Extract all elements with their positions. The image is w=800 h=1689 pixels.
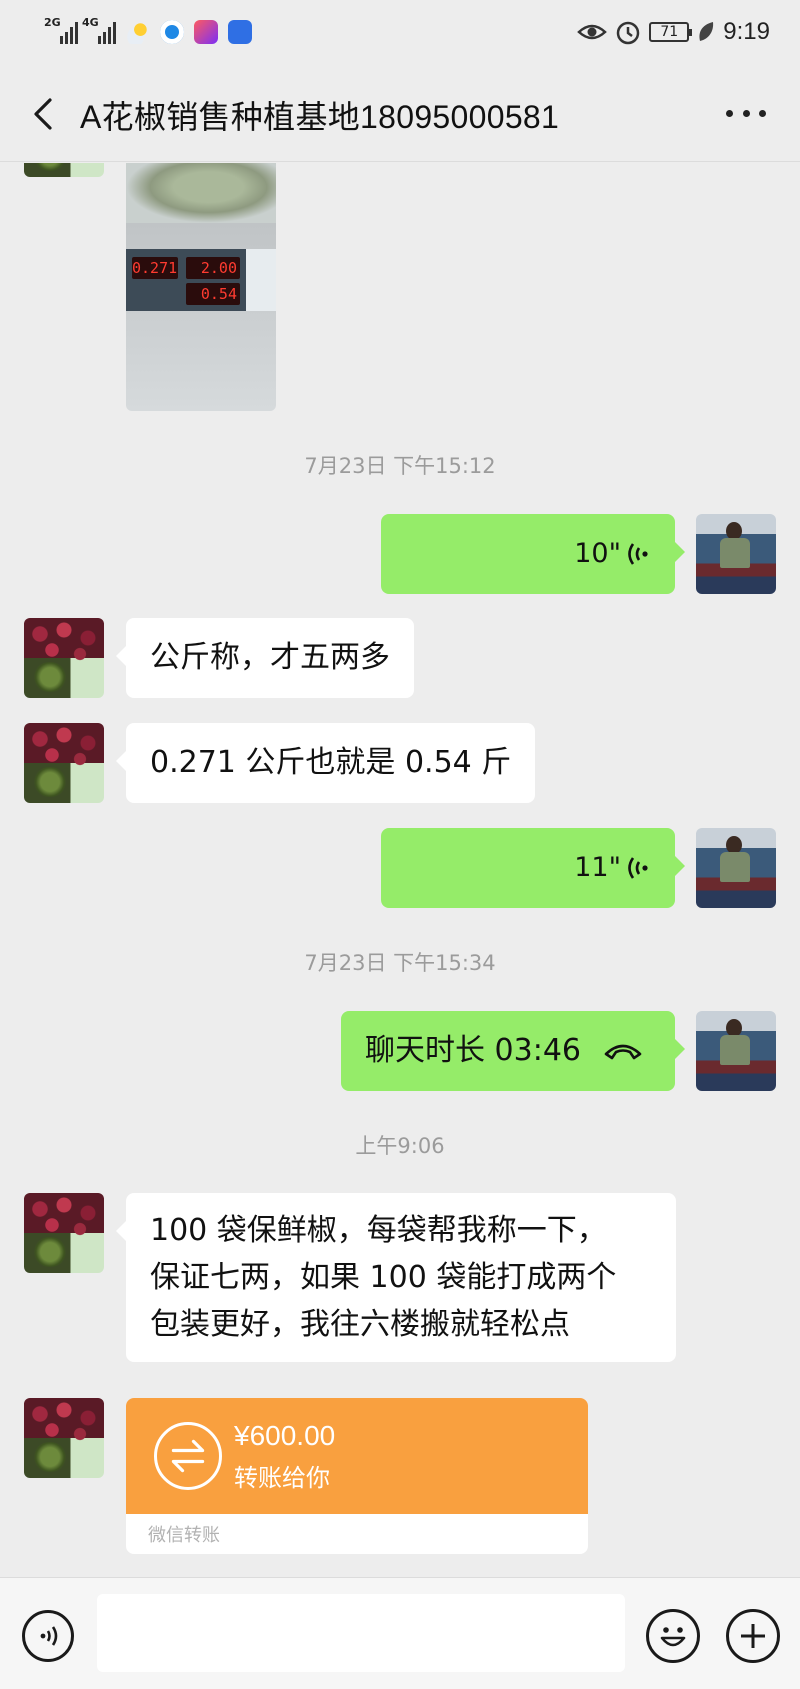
more-dots-icon[interactable] [726, 98, 766, 128]
text-message[interactable]: 0.271 公斤也就是 0.54 斤 [115, 723, 536, 803]
timestamp: 7月23日 下午15:34 [304, 951, 496, 975]
my-avatar[interactable] [696, 514, 776, 594]
message-list[interactable]: 0.271 2.00 0.54 7月23日 下午15:12 10" 公斤称，才五… [0, 163, 800, 1575]
my-avatar[interactable] [696, 828, 776, 908]
chat-title: A花椒销售种植基地18095000581 [80, 99, 560, 135]
photo-scale-display: 0.271 2.00 0.54 [126, 249, 276, 311]
transfer-description: 转账给你 [234, 1464, 330, 1492]
message-text: 0.271 公斤也就是 0.54 斤 [150, 745, 512, 780]
voice-message[interactable]: 11" [381, 828, 685, 908]
message-input[interactable] [97, 1594, 625, 1672]
clock: 9:19 [723, 18, 770, 45]
lcd-readout: 0.271 [132, 257, 178, 279]
status-bar: 2G 4G 71 9:19 [0, 0, 800, 66]
call-record-message[interactable]: 聊天时长 03:46 [341, 1011, 685, 1091]
transfer-footer: 微信转账 [148, 1525, 220, 1546]
money-transfer-message[interactable]: ¥600.00 转账给你 微信转账 [126, 1398, 588, 1554]
contact-avatar[interactable] [24, 618, 104, 698]
message-text-line: 包装更好，我往六楼搬就轻松点 [150, 1307, 570, 1342]
plus-icon[interactable] [726, 1609, 780, 1663]
chat-header: A花椒销售种植基地18095000581 [0, 66, 800, 162]
lcd-readout: 0.54 [186, 283, 240, 305]
voice-wave-icon [628, 543, 648, 565]
my-avatar[interactable] [696, 1011, 776, 1091]
voice-input-icon[interactable] [22, 1610, 74, 1662]
battery-icon: 71 [649, 22, 693, 42]
message-text: 公斤称，才五两多 [150, 640, 390, 675]
network-type: 4G [82, 16, 99, 29]
chevron-left-icon[interactable] [26, 94, 66, 134]
voice-message[interactable]: 10" [381, 514, 685, 594]
signal-icon: 2G [44, 16, 78, 44]
contact-avatar[interactable] [24, 723, 104, 803]
message-text-line: 保证七两，如果 100 袋能打成两个 [150, 1260, 617, 1295]
signal-icon: 4G [82, 16, 116, 44]
emoji-icon[interactable] [646, 1609, 700, 1663]
message-text-line: 100 袋保鲜椒，每袋帮我称一下， [150, 1213, 607, 1248]
transfer-amount: ¥600.00 [234, 1420, 336, 1451]
call-duration: 聊天时长 03:46 [365, 1033, 581, 1068]
image-message[interactable]: 0.271 2.00 0.54 [126, 163, 276, 411]
eye-icon [577, 24, 608, 40]
lcd-readout: 2.00 [186, 257, 240, 279]
photo-keypad [246, 249, 276, 311]
contact-avatar[interactable] [24, 1398, 104, 1478]
input-bar [0, 1577, 800, 1689]
video-app-icon [194, 20, 218, 44]
browser-icon [160, 20, 184, 44]
status-right: 71 9:19 [577, 18, 770, 46]
transfer-arrows-icon [154, 1422, 222, 1490]
alarm-icon [617, 21, 640, 45]
battery-level: 71 [660, 24, 679, 40]
weather-icon [126, 20, 150, 44]
contact-avatar[interactable] [24, 163, 104, 177]
voice-wave-icon [628, 857, 648, 879]
text-message[interactable]: 公斤称，才五两多 [116, 618, 414, 698]
baidu-icon [228, 20, 252, 44]
timestamp: 上午9:06 [355, 1134, 445, 1158]
photo-produce-bag [126, 163, 276, 223]
text-message[interactable]: 100 袋保鲜椒，每袋帮我称一下， 保证七两，如果 100 袋能打成两个 包装更… [116, 1193, 676, 1362]
voice-duration: 10" [574, 538, 621, 569]
network-type: 2G [44, 16, 61, 29]
status-left: 2G 4G [44, 16, 252, 44]
contact-avatar[interactable] [24, 1193, 104, 1273]
voice-duration: 11" [574, 852, 621, 883]
leaf-icon [699, 22, 714, 41]
phone-hangup-icon [604, 1044, 642, 1060]
timestamp: 7月23日 下午15:12 [304, 454, 496, 478]
